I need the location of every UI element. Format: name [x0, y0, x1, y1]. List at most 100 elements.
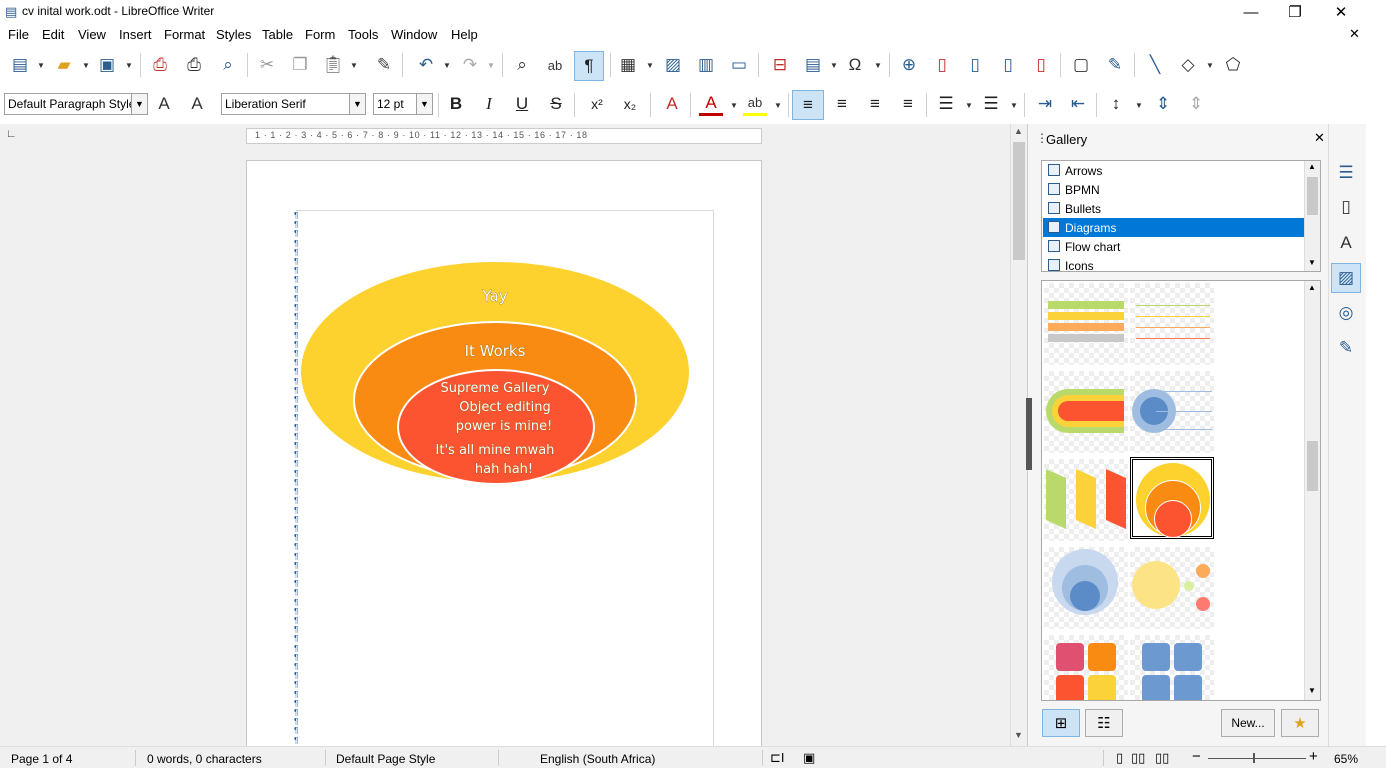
chevron-up-icon[interactable]: ▲: [1014, 126, 1023, 136]
save-icon[interactable]: ▣: [95, 53, 119, 77]
gallery-thumb-bubbles[interactable]: [1130, 547, 1214, 629]
special-character-icon[interactable]: Ω: [843, 53, 867, 77]
menu-styles[interactable]: Styles: [216, 27, 251, 42]
comment-icon[interactable]: ▢: [1069, 53, 1093, 77]
numbered-list-icon[interactable]: ☰: [979, 92, 1003, 116]
superscript-icon[interactable]: x²: [585, 92, 609, 116]
increase-paragraph-spacing-icon[interactable]: ⇕: [1151, 92, 1175, 116]
basic-shapes-icon[interactable]: ◇: [1176, 53, 1200, 77]
clone-formatting-icon[interactable]: ✎: [372, 53, 396, 77]
chevron-down-icon[interactable]: ▼: [874, 58, 882, 72]
insert-textbox-icon[interactable]: ▭: [727, 53, 751, 77]
draw-functions-icon[interactable]: ⬠: [1221, 53, 1245, 77]
paragraph-style-select[interactable]: Default Paragraph Style ▼: [4, 93, 148, 115]
font-color-icon[interactable]: A: [699, 92, 723, 116]
theme-item-arrows[interactable]: Arrows: [1043, 161, 1304, 180]
open-folder-icon[interactable]: ▰: [52, 53, 76, 77]
icon-view-button[interactable]: ⊞: [1042, 709, 1080, 737]
chevron-down-icon[interactable]: ▼: [1014, 730, 1023, 740]
zoom-slider[interactable]: [1208, 758, 1306, 759]
minimize-button[interactable]: —: [1228, 0, 1274, 24]
highlight-color-icon[interactable]: ab: [743, 92, 767, 116]
sidebar-collapse-handle[interactable]: [1026, 398, 1032, 470]
paste-icon[interactable]: 📋︎: [321, 53, 345, 77]
track-changes-icon[interactable]: ✎: [1103, 53, 1127, 77]
export-pdf-icon[interactable]: ⎙: [148, 53, 172, 77]
chevron-down-icon[interactable]: ▼: [1010, 98, 1018, 112]
chevron-up-icon[interactable]: ▲: [1308, 283, 1316, 292]
gallery-thumb-lines[interactable]: [1130, 283, 1214, 365]
menu-insert[interactable]: Insert: [119, 27, 152, 42]
bullet-list-icon[interactable]: ☰: [934, 92, 958, 116]
close-document-icon[interactable]: ✕: [1349, 26, 1360, 42]
font-name-select[interactable]: Liberation Serif ▼: [221, 93, 366, 115]
zoom-out-icon[interactable]: −: [1192, 748, 1201, 765]
italic-icon[interactable]: I: [477, 92, 501, 116]
spelling-icon[interactable]: ab: [543, 53, 567, 77]
decrease-indent-icon[interactable]: ⇤: [1066, 92, 1090, 116]
theme-properties-button[interactable]: ★: [1281, 709, 1319, 737]
chevron-down-icon[interactable]: ▼: [1135, 98, 1143, 112]
insert-mode-icon[interactable]: ⊏I: [770, 750, 785, 766]
decrease-paragraph-spacing-icon[interactable]: ⇕: [1184, 92, 1208, 116]
language[interactable]: English (South Africa): [540, 752, 655, 766]
theme-item-flow-chart[interactable]: Flow chart: [1043, 237, 1304, 256]
gallery-thumb-blue-squares[interactable]: [1130, 635, 1214, 700]
menu-help[interactable]: Help: [451, 27, 478, 42]
gallery-thumb-nested-circles-selected[interactable]: [1130, 457, 1214, 539]
menu-window[interactable]: Window: [391, 27, 437, 42]
scroll-thumb[interactable]: [1307, 177, 1318, 215]
insert-field-icon[interactable]: ▤: [801, 53, 825, 77]
align-center-icon[interactable]: ≡: [830, 92, 854, 116]
chevron-down-icon[interactable]: ▼: [830, 58, 838, 72]
endnote-icon[interactable]: ▯: [963, 53, 987, 77]
document-scrollbar[interactable]: ▲ ▼: [1010, 124, 1027, 746]
chevron-down-icon[interactable]: ▼: [349, 94, 365, 114]
justify-icon[interactable]: ≡: [896, 92, 920, 116]
strikethrough-icon[interactable]: S: [544, 92, 568, 116]
zoom-level[interactable]: 65%: [1334, 752, 1358, 766]
navigator-icon[interactable]: ◎: [1331, 298, 1361, 328]
venn-diagram[interactable]: Yay It Works Supreme Gallery Object edit…: [300, 260, 692, 486]
theme-item-bpmn[interactable]: BPMN: [1043, 180, 1304, 199]
page-icon[interactable]: ▯: [1331, 192, 1361, 222]
print-icon[interactable]: ⎙: [182, 53, 206, 77]
update-style-icon[interactable]: A: [152, 92, 176, 116]
menu-view[interactable]: View: [78, 27, 106, 42]
bold-icon[interactable]: B: [444, 92, 468, 116]
new-theme-button[interactable]: New...: [1221, 709, 1275, 737]
chevron-up-icon[interactable]: ▲: [1308, 162, 1316, 171]
print-preview-icon[interactable]: ⌕: [216, 53, 240, 77]
gallery-thumb-rainbow-bars[interactable]: [1044, 371, 1128, 453]
theme-list-scrollbar[interactable]: ▲ ▼: [1304, 161, 1320, 271]
line-spacing-icon[interactable]: ↕: [1104, 92, 1128, 116]
chevron-down-icon[interactable]: ▼: [965, 98, 973, 112]
align-right-icon[interactable]: ≡: [863, 92, 887, 116]
tab-stop-icon[interactable]: ∟: [6, 128, 17, 140]
formatting-marks-icon[interactable]: ¶: [574, 51, 604, 81]
gallery-preview-grid[interactable]: ▲ ▼: [1041, 280, 1321, 701]
horizontal-ruler[interactable]: 1 · 1 · 2 · 3 · 4 · 5 · 6 · 7 · 8 · 9 · …: [246, 128, 762, 144]
chevron-down-icon[interactable]: ▼: [416, 94, 432, 114]
close-window-button[interactable]: ✕: [1318, 0, 1364, 24]
scroll-thumb[interactable]: [1307, 441, 1318, 491]
theme-item-bullets[interactable]: Bullets: [1043, 199, 1304, 218]
insert-line-icon[interactable]: ╲: [1143, 53, 1167, 77]
single-page-view-icon[interactable]: ▯: [1116, 750, 1123, 766]
find-replace-icon[interactable]: ⌕: [510, 53, 534, 77]
font-size-select[interactable]: 12 pt ▼: [373, 93, 433, 115]
manage-changes-icon[interactable]: ✎: [1331, 333, 1361, 363]
document-modified-icon[interactable]: ▣: [803, 750, 815, 766]
insert-image-icon[interactable]: ▨: [661, 53, 685, 77]
zoom-in-icon[interactable]: +: [1309, 748, 1318, 765]
gallery-thumb-arrows[interactable]: [1044, 459, 1128, 541]
page-style[interactable]: Default Page Style: [336, 752, 435, 766]
gallery-icon[interactable]: ▨: [1331, 263, 1361, 293]
cross-reference-icon[interactable]: ▯: [1029, 53, 1053, 77]
chevron-down-icon[interactable]: ▼: [730, 98, 738, 112]
page-break-icon[interactable]: ⊟: [768, 53, 792, 77]
chevron-down-icon[interactable]: ▼: [774, 98, 782, 112]
new-document-icon[interactable]: ▤: [8, 53, 32, 77]
insert-chart-icon[interactable]: ▥: [694, 53, 718, 77]
word-count[interactable]: 0 words, 0 characters: [147, 752, 262, 766]
